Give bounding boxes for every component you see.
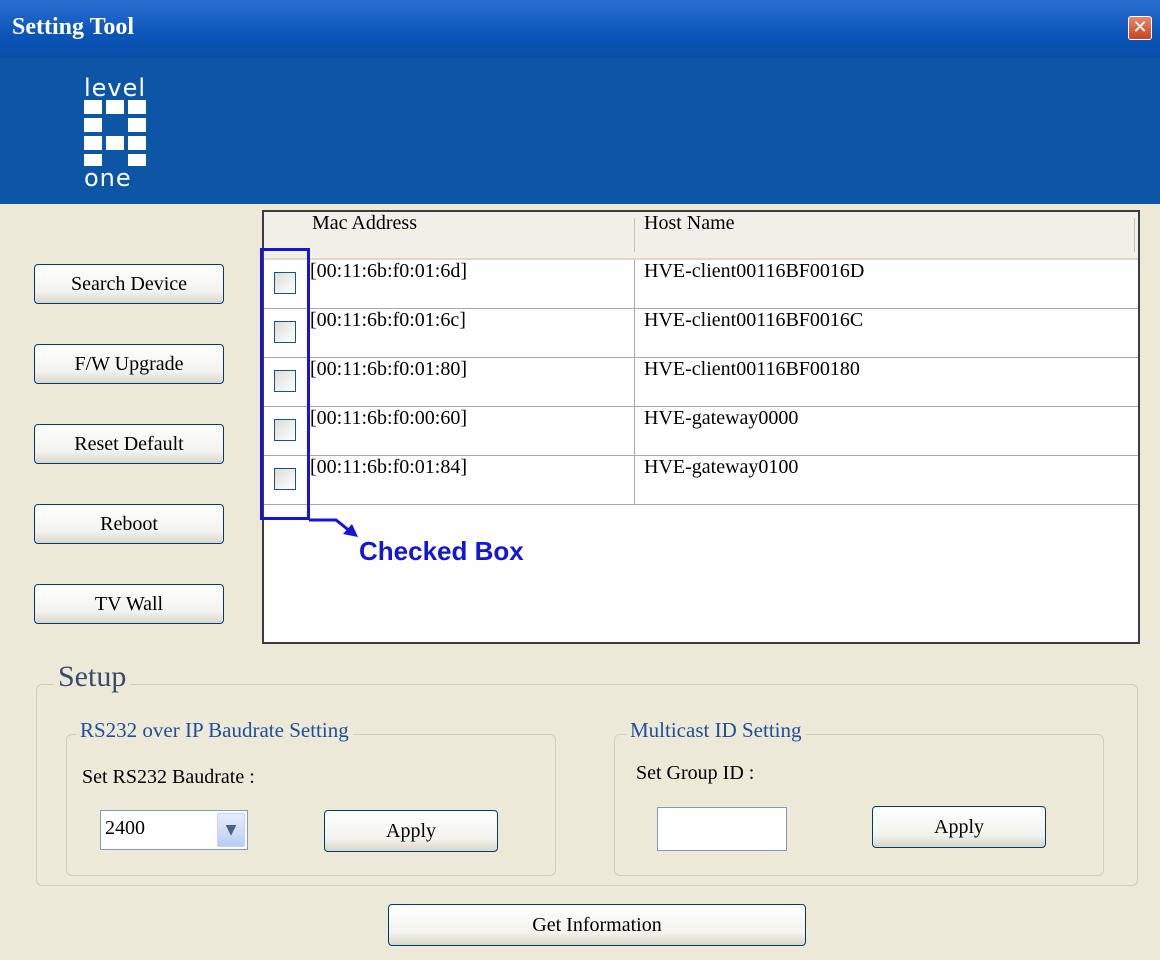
table-row[interactable]: [00:11:6b:f0:00:60] HVE-gateway0000 — [264, 407, 1138, 456]
host-cell: HVE-gateway0100 — [644, 456, 799, 478]
header-banner: level one — [0, 58, 1160, 204]
title-bar[interactable]: Setting Tool ✕ — [0, 0, 1160, 58]
table-row[interactable]: [00:11:6b:f0:01:84] HVE-gateway0100 — [264, 456, 1138, 505]
multicast-group-title: Multicast ID Setting — [626, 718, 806, 743]
mac-cell: [00:11:6b:f0:01:6c] — [310, 309, 466, 331]
mac-cell: [00:11:6b:f0:00:60] — [310, 407, 468, 429]
close-icon: ✕ — [1132, 17, 1148, 38]
logo-mark — [84, 100, 156, 166]
rs232-group — [66, 734, 556, 876]
mac-cell: [00:11:6b:f0:01:6d] — [310, 260, 468, 282]
logo-top-text: level — [84, 74, 147, 102]
rs232-apply-button[interactable]: Apply — [324, 810, 498, 852]
search-device-button[interactable]: Search Device — [34, 264, 224, 304]
checkbox-highlight-annotation — [260, 248, 310, 520]
reboot-button[interactable]: Reboot — [34, 504, 224, 544]
logo-bottom-text: one — [84, 164, 132, 192]
multicast-group — [614, 734, 1104, 876]
fw-upgrade-button[interactable]: F/W Upgrade — [34, 344, 224, 384]
host-cell: HVE-gateway0000 — [644, 407, 799, 429]
reset-default-button[interactable]: Reset Default — [34, 424, 224, 464]
mac-cell: [00:11:6b:f0:01:80] — [310, 358, 468, 380]
rs232-group-title: RS232 over IP Baudrate Setting — [76, 718, 353, 743]
get-information-button[interactable]: Get Information — [388, 904, 806, 946]
mac-cell: [00:11:6b:f0:01:84] — [310, 456, 468, 478]
group-id-input[interactable] — [657, 807, 787, 851]
host-cell: HVE-client00116BF00180 — [644, 358, 860, 380]
levelone-logo: level one — [84, 58, 164, 198]
setting-tool-window: Setting Tool ✕ level one Search Device F — [0, 0, 1160, 960]
baudrate-selected-value: 2400 — [105, 817, 145, 839]
rs232-baudrate-label: Set RS232 Baudrate : — [82, 766, 255, 788]
host-cell: HVE-client00116BF0016D — [644, 260, 865, 282]
baudrate-select[interactable]: 2400 ▼ — [100, 810, 248, 850]
table-row[interactable]: [00:11:6b:f0:01:80] HVE-client00116BF001… — [264, 358, 1138, 407]
setup-title: Setup — [54, 660, 131, 694]
chevron-down-icon[interactable]: ▼ — [217, 813, 245, 847]
tv-wall-button[interactable]: TV Wall — [34, 584, 224, 624]
device-list-header: Mac Address Host Name — [264, 212, 1138, 260]
table-row[interactable]: [00:11:6b:f0:01:6d] HVE-client00116BF001… — [264, 260, 1138, 309]
window-title: Setting Tool — [12, 14, 135, 40]
close-button[interactable]: ✕ — [1128, 16, 1152, 40]
column-header-mac-address[interactable]: Mac Address — [312, 212, 632, 258]
column-header-host-name[interactable]: Host Name — [644, 212, 1124, 258]
group-id-label: Set Group ID : — [636, 762, 755, 784]
device-list[interactable]: Mac Address Host Name [00:11:6b:f0:01:6d… — [262, 210, 1140, 644]
annotation-label: Checked Box — [359, 536, 524, 566]
table-row[interactable]: [00:11:6b:f0:01:6c] HVE-client00116BF001… — [264, 309, 1138, 358]
host-cell: HVE-client00116BF0016C — [644, 309, 864, 331]
multicast-apply-button[interactable]: Apply — [872, 806, 1046, 848]
